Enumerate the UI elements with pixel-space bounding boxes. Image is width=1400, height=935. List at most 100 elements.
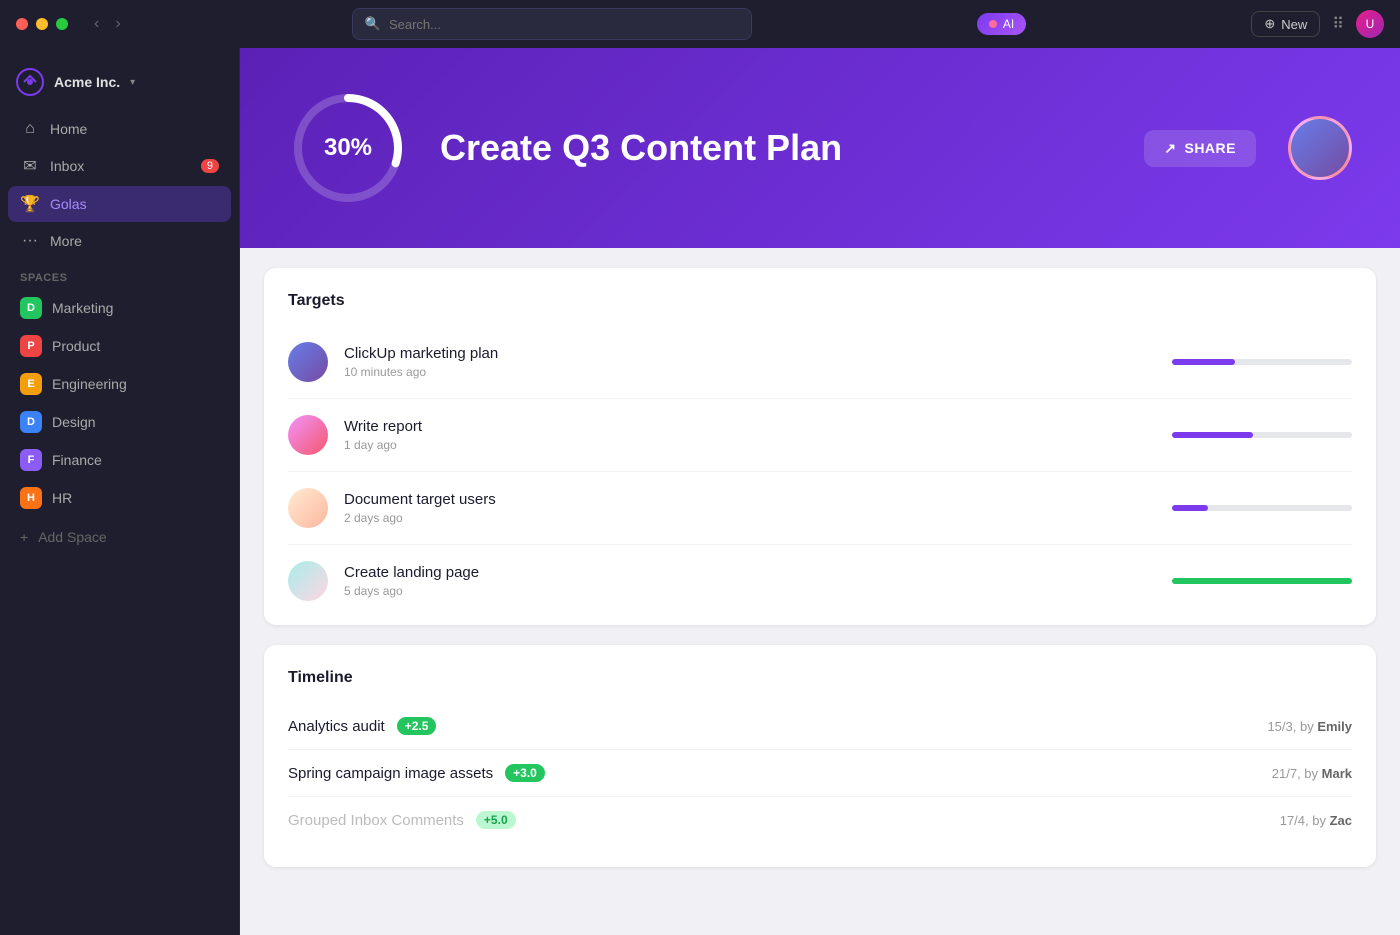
space-name: HR (52, 490, 72, 506)
timeline-item-name: Grouped Inbox Comments (288, 812, 464, 829)
space-name: Finance (52, 452, 102, 468)
user-avatar[interactable]: U (1356, 10, 1384, 38)
timeline-badge: +2.5 (397, 717, 437, 735)
inbox-icon: ✉ (20, 156, 40, 176)
sidebar-item-space[interactable]: D Marketing (8, 290, 231, 326)
target-name: Write report (344, 418, 1156, 435)
sidebar: Acme Inc. ▾ ⌂ Home ✉ Inbox 9 🏆 Golas ···… (0, 48, 240, 935)
main-layout: Acme Inc. ▾ ⌂ Home ✉ Inbox 9 🏆 Golas ···… (0, 48, 1400, 935)
target-item[interactable]: Create landing page 5 days ago (288, 545, 1352, 601)
progress-percent: 30% (324, 134, 372, 162)
workspace-header[interactable]: Acme Inc. ▾ (0, 60, 239, 112)
target-item[interactable]: Write report 1 day ago (288, 399, 1352, 472)
sidebar-item-more[interactable]: ··· More (8, 224, 231, 258)
share-label: SHARE (1184, 140, 1236, 156)
sidebar-home-label: Home (50, 121, 87, 137)
timeline-meta: 17/4, by Zac (1280, 813, 1352, 828)
home-icon: ⌂ (20, 120, 40, 138)
timeline-item-name: Spring campaign image assets (288, 765, 493, 782)
minimize-button[interactable] (36, 18, 48, 30)
target-progress-fill (1172, 505, 1208, 511)
sidebar-spaces: D Marketing P Product E Engineering D De… (0, 290, 239, 518)
workspace-icon (16, 68, 44, 96)
timeline-item-name: Analytics audit (288, 718, 385, 735)
timeline-badge: +3.0 (505, 764, 545, 782)
space-name: Product (52, 338, 100, 354)
sidebar-item-space[interactable]: F Finance (8, 442, 231, 478)
target-info: ClickUp marketing plan 10 minutes ago (344, 345, 1156, 379)
target-avatar (288, 488, 328, 528)
workspace-name: Acme Inc. (54, 74, 120, 90)
timeline-item[interactable]: Analytics audit +2.5 15/3, by Emily (288, 703, 1352, 750)
search-bar[interactable]: 🔍 (352, 8, 752, 40)
sidebar-item-space[interactable]: D Design (8, 404, 231, 440)
sidebar-more-label: More (50, 233, 82, 249)
grid-icon[interactable]: ⠿ (1332, 14, 1344, 34)
space-dot: P (20, 335, 42, 357)
maximize-button[interactable] (56, 18, 68, 30)
target-progress-fill (1172, 432, 1253, 438)
target-item[interactable]: Document target users 2 days ago (288, 472, 1352, 545)
target-progress-bar (1172, 578, 1352, 584)
window-controls (16, 18, 68, 30)
add-space-button[interactable]: + Add Space (0, 522, 239, 552)
sidebar-item-space[interactable]: E Engineering (8, 366, 231, 402)
timeline-card: Timeline Analytics audit +2.5 15/3, by E… (264, 645, 1376, 867)
space-name: Engineering (52, 376, 127, 392)
new-icon: ⊕ (1264, 16, 1275, 32)
targets-list: ClickUp marketing plan 10 minutes ago Wr… (288, 326, 1352, 601)
timeline-title: Timeline (288, 669, 1352, 687)
target-item[interactable]: ClickUp marketing plan 10 minutes ago (288, 326, 1352, 399)
ai-dot-icon (989, 20, 997, 28)
hero-user-avatar (1288, 116, 1352, 180)
back-button[interactable]: ‹ (88, 13, 105, 35)
target-time: 1 day ago (344, 438, 1156, 452)
target-time: 5 days ago (344, 584, 1156, 598)
timeline-list: Analytics audit +2.5 15/3, by Emily Spri… (288, 703, 1352, 843)
sidebar-item-inbox[interactable]: ✉ Inbox 9 (8, 148, 231, 184)
target-progress-bar (1172, 359, 1352, 365)
target-avatar (288, 342, 328, 382)
nav-arrows: ‹ › (88, 13, 127, 35)
more-icon: ··· (20, 232, 40, 250)
titlebar-right: ⊕ New ⠿ U (1251, 10, 1384, 38)
search-input[interactable] (389, 17, 739, 32)
space-dot: H (20, 487, 42, 509)
sidebar-inbox-label: Inbox (50, 158, 84, 174)
sidebar-goals-label: Golas (50, 196, 87, 212)
close-button[interactable] (16, 18, 28, 30)
progress-ring: 30% (288, 88, 408, 208)
content-area: 30% Create Q3 Content Plan ↗ SHARE Targe… (240, 48, 1400, 935)
target-time: 10 minutes ago (344, 365, 1156, 379)
forward-button[interactable]: › (109, 13, 126, 35)
add-icon: + (20, 529, 28, 545)
new-label: New (1281, 17, 1307, 32)
targets-title: Targets (288, 292, 1352, 310)
target-info: Create landing page 5 days ago (344, 564, 1156, 598)
timeline-badge: +5.0 (476, 811, 516, 829)
target-progress-fill (1172, 578, 1352, 584)
share-icon: ↗ (1164, 140, 1176, 157)
sidebar-item-space[interactable]: H HR (8, 480, 231, 516)
sidebar-item-home[interactable]: ⌂ Home (8, 112, 231, 146)
hero-title: Create Q3 Content Plan (440, 127, 1112, 169)
timeline-item[interactable]: Spring campaign image assets +3.0 21/7, … (288, 750, 1352, 797)
chevron-down-icon: ▾ (130, 77, 135, 88)
space-dot: D (20, 297, 42, 319)
ai-button[interactable]: AI (977, 13, 1026, 35)
target-info: Write report 1 day ago (344, 418, 1156, 452)
new-button[interactable]: ⊕ New (1251, 11, 1320, 37)
space-name: Design (52, 414, 96, 430)
goals-icon: 🏆 (20, 194, 40, 214)
sidebar-item-goals[interactable]: 🏆 Golas (8, 186, 231, 222)
share-button[interactable]: ↗ SHARE (1144, 130, 1256, 167)
inbox-badge: 9 (201, 159, 219, 173)
target-avatar (288, 561, 328, 601)
sidebar-item-space[interactable]: P Product (8, 328, 231, 364)
space-dot: D (20, 411, 42, 433)
timeline-item[interactable]: Grouped Inbox Comments +5.0 17/4, by Zac (288, 797, 1352, 843)
hero-section: 30% Create Q3 Content Plan ↗ SHARE (240, 48, 1400, 248)
add-space-label: Add Space (38, 529, 107, 545)
target-info: Document target users 2 days ago (344, 491, 1156, 525)
sidebar-nav: ⌂ Home ✉ Inbox 9 🏆 Golas ··· More (0, 112, 239, 260)
